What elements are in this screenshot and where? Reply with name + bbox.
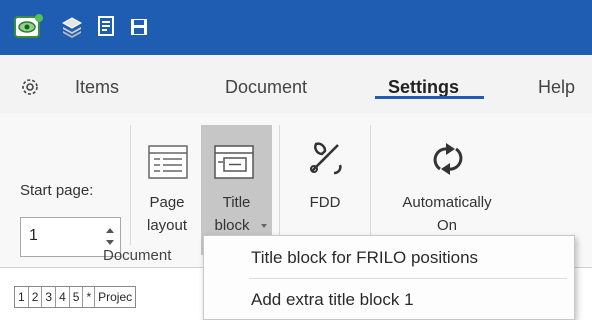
table-header-cell[interactable]: * bbox=[83, 287, 96, 307]
tab-items[interactable]: Items bbox=[75, 77, 119, 98]
table-header-cell[interactable]: 3 bbox=[42, 287, 57, 307]
menu-item-add-extra-title-block[interactable]: Add extra title block 1 bbox=[251, 290, 414, 310]
automatically-label: Automatically bbox=[402, 194, 492, 211]
menu-divider bbox=[249, 278, 567, 279]
gear-icon[interactable] bbox=[18, 75, 42, 104]
page-layout-button[interactable]: Page layout bbox=[136, 125, 198, 255]
start-page-label: Start page: bbox=[20, 182, 94, 199]
start-page-value: 1 bbox=[29, 227, 38, 244]
refresh-icon bbox=[431, 139, 465, 184]
document-group-label: Document bbox=[103, 247, 172, 264]
document-icon[interactable] bbox=[95, 14, 119, 40]
page-layout-icon bbox=[148, 145, 188, 184]
table-header-cell[interactable]: 4 bbox=[56, 287, 70, 307]
layers-icon[interactable] bbox=[58, 14, 86, 40]
table-header-cell[interactable]: Projec bbox=[95, 287, 135, 307]
title-block-dropdown-menu: Title block for FRILO positions Add extr… bbox=[203, 235, 575, 320]
ribbon-tab-bar: Items Document Settings Help bbox=[0, 55, 592, 113]
dropdown-arrow-icon bbox=[261, 224, 267, 228]
fdd-label: FDD bbox=[309, 194, 341, 211]
automatically-on-button[interactable]: Automatically On bbox=[372, 125, 522, 235]
table-header-cell[interactable]: 1 bbox=[15, 287, 29, 307]
table-header-cell[interactable]: 2 bbox=[29, 287, 43, 307]
menu-item-title-block-frilo[interactable]: Title block for FRILO positions bbox=[251, 248, 478, 268]
tab-document[interactable]: Document bbox=[225, 77, 307, 98]
table-header-cell[interactable]: 5 bbox=[70, 287, 84, 307]
fdd-button[interactable]: FDD bbox=[284, 125, 366, 235]
title-bar bbox=[0, 0, 592, 55]
title-block-label-2: block bbox=[214, 217, 250, 234]
tab-help[interactable]: Help bbox=[538, 77, 575, 98]
table-header: 1 2 3 4 5 * Projec bbox=[14, 286, 137, 308]
title-block-label-1: Title bbox=[222, 194, 251, 211]
save-icon[interactable] bbox=[127, 14, 151, 40]
title-block-icon bbox=[214, 145, 254, 184]
active-tab-indicator bbox=[375, 96, 484, 99]
page-layout-label-1: Page bbox=[149, 194, 185, 211]
page-layout-label-2: layout bbox=[146, 217, 188, 234]
on-label: On bbox=[436, 217, 457, 234]
app-logo-icon[interactable] bbox=[12, 14, 44, 40]
tools-icon bbox=[306, 139, 344, 182]
stepper-up-icon[interactable] bbox=[106, 228, 114, 233]
tab-settings[interactable]: Settings bbox=[388, 77, 459, 98]
